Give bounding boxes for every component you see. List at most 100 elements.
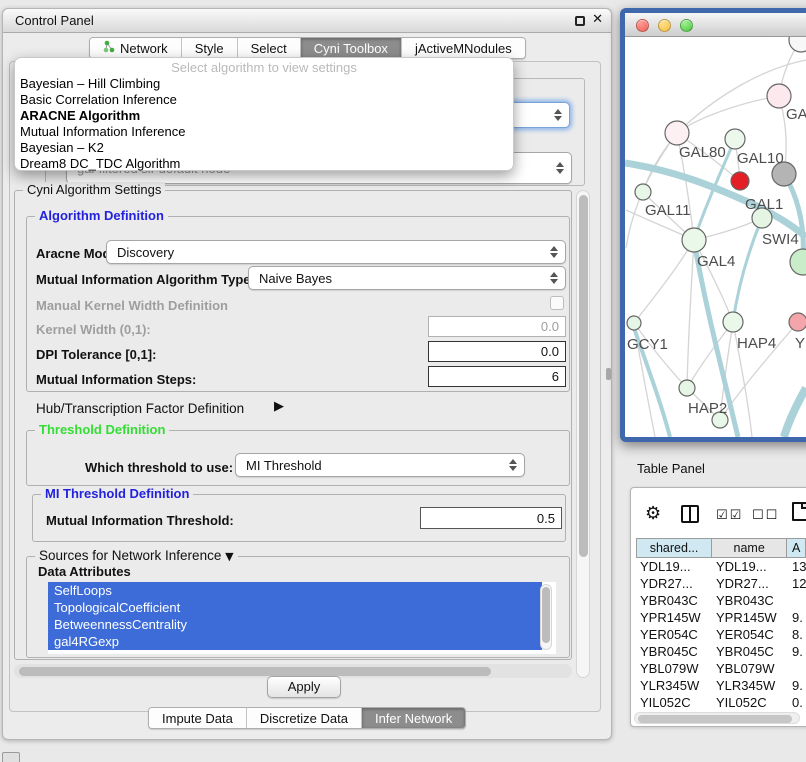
aracne-mode-combobox[interactable]: Discovery: [106, 240, 566, 264]
tab-select[interactable]: Select: [237, 38, 300, 58]
data-attributes-list: SelfLoopsTopologicalCoefficientBetweenne…: [48, 582, 556, 654]
column-header-shared-name[interactable]: shared...: [637, 539, 712, 557]
table-row[interactable]: YER054CYER054C8.: [636, 626, 806, 643]
data-attribute-item[interactable]: SelfLoops: [48, 582, 542, 599]
table-row[interactable]: YBR045CYBR045C9.: [636, 643, 806, 660]
network-node[interactable]: [723, 312, 743, 332]
table-cell: [788, 660, 806, 677]
control-panel-titlebar[interactable]: Control Panel ✕: [3, 9, 611, 33]
network-tab-icon: [103, 40, 115, 56]
data-attribute-item[interactable]: BetweennessCentrality: [48, 616, 542, 633]
mi-type-value: Naive Bayes: [259, 271, 332, 286]
network-node[interactable]: [789, 313, 806, 331]
tab-cyni-toolbox[interactable]: Cyni Toolbox: [300, 38, 401, 58]
settings-vertical-scrollbar[interactable]: [576, 190, 590, 678]
unchecked-columns-icon[interactable]: ☐☐: [752, 508, 779, 523]
table-cell: YBL079W: [636, 660, 712, 677]
table-row[interactable]: YPR145WYPR145W9.: [636, 609, 806, 626]
manual-kernel-checkbox[interactable]: [550, 296, 564, 310]
node-attribute-table: shared... name A YDL19...YDL19...13YDR27…: [636, 538, 806, 711]
apply-button[interactable]: Apply: [267, 676, 341, 698]
network-node-labels: GALGAL80GAL10GAL11GAL1SWI4GAL4GCY1HAP4YH…: [627, 106, 806, 417]
network-node[interactable]: [627, 316, 641, 330]
bottom-tabbar: Impute Data Discretize Data Infer Networ…: [148, 707, 466, 729]
table-cell: YDL19...: [712, 558, 788, 575]
algorithm-definition-title: Algorithm Definition: [35, 208, 168, 223]
network-node[interactable]: [790, 249, 806, 275]
network-window-titlebar[interactable]: [625, 13, 806, 37]
which-threshold-combobox[interactable]: MI Threshold: [235, 453, 525, 477]
table-row[interactable]: YLR345WYLR345W9.: [636, 677, 806, 694]
tab-style[interactable]: Style: [181, 38, 237, 58]
data-attribute-item[interactable]: TopologicalCoefficient: [48, 599, 542, 616]
checked-columns-icon[interactable]: ☑☑: [716, 508, 743, 523]
combo-stepper-icon: [550, 246, 558, 258]
network-node[interactable]: [725, 129, 745, 149]
settings-group-title: Cyni Algorithm Settings: [23, 182, 165, 197]
network-node[interactable]: [789, 37, 806, 52]
algorithm-option[interactable]: Basic Correlation Inference: [15, 92, 513, 108]
algorithm-option[interactable]: Bayesian – K2: [15, 140, 513, 156]
network-node[interactable]: [665, 121, 689, 145]
network-node[interactable]: [682, 228, 706, 252]
float-window-icon[interactable]: [575, 16, 585, 26]
table-body: YDL19...YDL19...13YDR27...YDR27...12YBR0…: [636, 558, 806, 711]
close-traffic-light-icon[interactable]: [636, 19, 649, 32]
table-cell: 12: [788, 575, 806, 592]
table-row[interactable]: YIL052CYIL052C0.: [636, 694, 806, 711]
aracne-mode-value: Discovery: [117, 245, 174, 260]
mi-threshold-definition-title: MI Threshold Definition: [41, 486, 193, 501]
network-node[interactable]: [679, 380, 695, 396]
algorithm-dropdown-popup: Select algorithm to view settings Bayesi…: [14, 57, 514, 171]
collapse-down-icon[interactable]: ▼: [225, 550, 233, 563]
minimized-panel-button[interactable]: [2, 752, 20, 762]
network-node[interactable]: [731, 172, 749, 190]
table-header-row: shared... name A: [636, 538, 806, 558]
table-row[interactable]: YDL19...YDL19...13: [636, 558, 806, 575]
tab-discretize-data[interactable]: Discretize Data: [246, 708, 361, 728]
table-row[interactable]: YDR27...YDR27...12: [636, 575, 806, 592]
network-node-label: GAL: [786, 106, 806, 123]
mi-threshold-field[interactable]: 0.5: [420, 507, 562, 529]
network-node-label: GAL4: [697, 253, 735, 270]
algorithm-option[interactable]: Mutual Information Inference: [15, 124, 513, 140]
mi-steps-field[interactable]: 6: [428, 366, 566, 387]
table-cell: YIL052C: [636, 694, 712, 711]
expand-right-icon[interactable]: ▶: [274, 399, 284, 414]
table-cell: 13: [788, 558, 806, 575]
tab-infer-network[interactable]: Infer Network: [361, 708, 465, 728]
close-icon[interactable]: ✕: [592, 12, 603, 27]
network-canvas[interactable]: GALGAL80GAL10GAL11GAL1SWI4GAL4GCY1HAP4YH…: [625, 37, 806, 437]
network-node-label: HAP2: [688, 400, 727, 417]
attr-list-scrollbar[interactable]: [540, 584, 552, 650]
threshold-definition-title: Threshold Definition: [35, 422, 169, 437]
table-cell: YBR043C: [636, 592, 712, 609]
kernel-width-field[interactable]: 0.0: [428, 316, 566, 337]
mi-type-combobox[interactable]: Naive Bayes: [248, 266, 566, 290]
split-columns-icon[interactable]: [681, 505, 699, 523]
mi-type-label: Mutual Information Algorithm Type:: [36, 272, 255, 287]
dpi-tolerance-field[interactable]: 0.0: [428, 341, 566, 362]
new-document-icon[interactable]: [792, 502, 806, 521]
data-attribute-item[interactable]: gal4RGexp: [48, 633, 542, 650]
tab-network[interactable]: Network: [90, 38, 181, 58]
gear-icon[interactable]: ⚙: [645, 503, 661, 524]
zoom-traffic-light-icon[interactable]: [680, 19, 693, 32]
control-panel-tabbar: Network Style Select Cyni Toolbox jActiv…: [89, 37, 526, 59]
network-node[interactable]: [635, 184, 651, 200]
minimize-traffic-light-icon[interactable]: [658, 19, 671, 32]
network-node[interactable]: [767, 84, 791, 108]
algorithm-option[interactable]: Dream8 DC_TDC Algorithm: [15, 156, 513, 172]
tab-jactivemnodules[interactable]: jActiveMNodules: [401, 38, 525, 58]
column-header-partial[interactable]: A: [787, 539, 805, 557]
algorithm-option[interactable]: ARACNE Algorithm: [15, 108, 513, 124]
panel-divider-handle[interactable]: [606, 368, 611, 380]
algorithm-option[interactable]: Bayesian – Hill Climbing: [15, 76, 513, 92]
table-row[interactable]: YBL079WYBL079W: [636, 660, 806, 677]
column-header-name[interactable]: name: [712, 539, 787, 557]
tab-impute-data[interactable]: Impute Data: [149, 708, 246, 728]
mi-threshold-label: Mutual Information Threshold:: [46, 513, 234, 528]
table-horizontal-scrollbar[interactable]: [634, 712, 800, 724]
table-row[interactable]: YBR043CYBR043C: [636, 592, 806, 609]
network-node-label: GAL1: [745, 196, 783, 213]
